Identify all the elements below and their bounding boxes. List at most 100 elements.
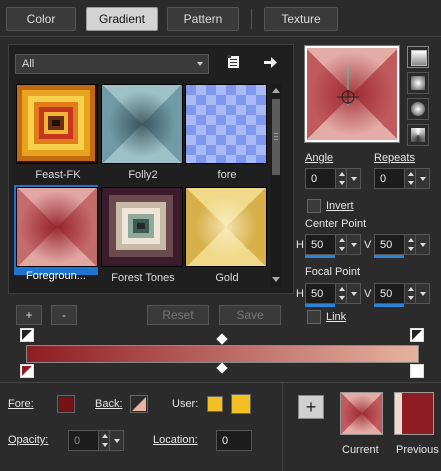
user-swatch[interactable]	[207, 396, 223, 412]
focal-v-slider-fill	[374, 304, 404, 307]
focal-h-dropdown-icon[interactable]	[346, 284, 360, 303]
location-value: 0	[222, 434, 229, 447]
focal-v-value: 50	[380, 287, 393, 300]
chevron-down-icon	[197, 62, 203, 66]
gradient-swatch-folly2	[101, 84, 183, 164]
add-swatch-button[interactable]: +	[298, 395, 324, 419]
gradient-swatch-gold	[185, 187, 267, 267]
center-v-dropdown-icon[interactable]	[415, 235, 429, 254]
bottom-vertical-divider	[282, 383, 283, 471]
back-label: Back:	[95, 398, 123, 410]
arrow-right-icon[interactable]	[262, 54, 278, 70]
color-stop-back[interactable]	[410, 364, 424, 378]
repeats-value: 0	[380, 172, 387, 185]
gradient-item-label: fore	[217, 169, 237, 181]
tab-color[interactable]: Color	[6, 7, 76, 31]
gradient-item-label: Foregroun...	[26, 270, 86, 282]
center-v-value: 50	[380, 238, 393, 251]
focal-h-slider-fill	[305, 304, 335, 307]
remove-gradient-button[interactable]: -	[51, 305, 77, 325]
tab-divider	[0, 36, 441, 37]
gradient-item-label: Folly2	[128, 169, 158, 181]
opacity-spinner[interactable]: 0	[68, 430, 124, 451]
center-v-label: V	[364, 239, 372, 251]
focal-v-dropdown-icon[interactable]	[415, 284, 429, 303]
angle-label: Angle	[305, 152, 334, 164]
fore-swatch[interactable]	[57, 395, 75, 413]
focal-h-spinner[interactable]: 50	[305, 283, 361, 304]
center-h-dropdown-icon[interactable]	[346, 235, 360, 254]
sunburst-gradient-icon	[411, 102, 425, 116]
add-gradient-button[interactable]: +	[16, 305, 42, 325]
angle-spinner[interactable]: 0	[305, 168, 361, 189]
linear-gradient-icon	[411, 50, 427, 66]
linear-style-button[interactable]	[407, 46, 429, 68]
gradient-preview[interactable]	[304, 45, 400, 143]
opacity-dropdown-icon[interactable]	[109, 431, 123, 450]
gradient-item-folly2[interactable]: Folly2	[101, 84, 185, 181]
link-label: Link	[326, 311, 347, 323]
previous-swatch[interactable]	[394, 392, 434, 435]
current-swatch[interactable]	[340, 392, 383, 435]
focal-point-label: Focal Point	[305, 266, 361, 278]
repeats-spinner[interactable]: 0	[374, 168, 430, 189]
reset-button[interactable]: Reset	[147, 305, 209, 325]
center-h-spinner[interactable]: 50	[305, 234, 361, 255]
rectangular-style-button[interactable]	[407, 72, 429, 94]
gradient-item-label: Gold	[215, 272, 239, 284]
scrollbar-thumb[interactable]	[272, 99, 280, 175]
location-label: Location:	[153, 434, 198, 446]
scroll-up-icon[interactable]	[272, 88, 280, 93]
tab-texture[interactable]: Texture	[264, 7, 338, 31]
gradient-swatch-forest-tones	[101, 187, 183, 267]
invert-checkbox[interactable]	[307, 199, 321, 213]
scroll-down-icon[interactable]	[272, 277, 280, 282]
current-label: Current	[342, 444, 379, 456]
repeats-label: Repeats	[374, 152, 415, 164]
repeats-dropdown-icon[interactable]	[415, 169, 429, 188]
opacity-label: Opacity:	[8, 434, 49, 446]
gradient-item-forest-tones[interactable]: Forest Tones	[101, 187, 185, 284]
focal-h-value: 50	[311, 287, 324, 300]
focal-v-label: V	[364, 288, 372, 300]
gradient-swatch-feast-fk	[16, 84, 98, 164]
gradient-swatch-fore	[185, 84, 267, 164]
bottom-divider	[0, 382, 441, 383]
tab-pattern[interactable]: Pattern	[167, 7, 239, 31]
sunburst-style-button[interactable]	[407, 98, 429, 120]
invert-label: Invert	[326, 200, 354, 212]
back-swatch[interactable]	[130, 395, 148, 413]
bottom-midpoint-marker[interactable]	[216, 362, 228, 374]
gradient-swatch-foreground	[16, 187, 98, 267]
gradient-item-label: Feast-FK	[35, 169, 81, 181]
tab-gradient[interactable]: Gradient	[86, 7, 158, 31]
gradient-item-gold[interactable]: Gold	[185, 187, 269, 284]
save-button[interactable]: Save	[219, 305, 281, 325]
center-v-slider-fill	[374, 255, 404, 258]
opacity-value: 0	[74, 434, 81, 447]
library-scrollbar[interactable]	[271, 84, 281, 286]
gradient-bar[interactable]	[26, 345, 419, 363]
gradient-item-feast-fk[interactable]: Feast-FK	[16, 84, 100, 181]
library-filter-value: All	[22, 58, 35, 70]
library-filter-dropdown[interactable]: All	[15, 54, 209, 74]
gradient-library-menu-icon[interactable]	[226, 54, 242, 70]
link-checkbox[interactable]	[307, 310, 321, 324]
gradient-item-foreground[interactable]: Foregroun...	[16, 187, 98, 282]
tab-separator	[251, 9, 252, 29]
focal-h-label: H	[296, 288, 304, 300]
fore-label: Fore:	[8, 398, 34, 410]
user-swatch-large[interactable]	[231, 394, 251, 414]
location-input[interactable]: 0	[216, 430, 252, 451]
radial-gradient-icon	[411, 128, 425, 142]
gradient-item-fore[interactable]: fore	[185, 84, 269, 181]
top-right-stop-icon[interactable]	[410, 328, 424, 342]
angle-dropdown-icon[interactable]	[346, 169, 360, 188]
radial-style-button[interactable]	[407, 124, 429, 146]
top-midpoint-marker[interactable]	[216, 333, 228, 345]
top-left-stop-icon[interactable]	[20, 328, 34, 342]
crosshair-icon[interactable]	[305, 46, 399, 142]
focal-v-spinner[interactable]: 50	[374, 283, 430, 304]
color-stop-fore[interactable]	[20, 364, 34, 378]
center-v-spinner[interactable]: 50	[374, 234, 430, 255]
